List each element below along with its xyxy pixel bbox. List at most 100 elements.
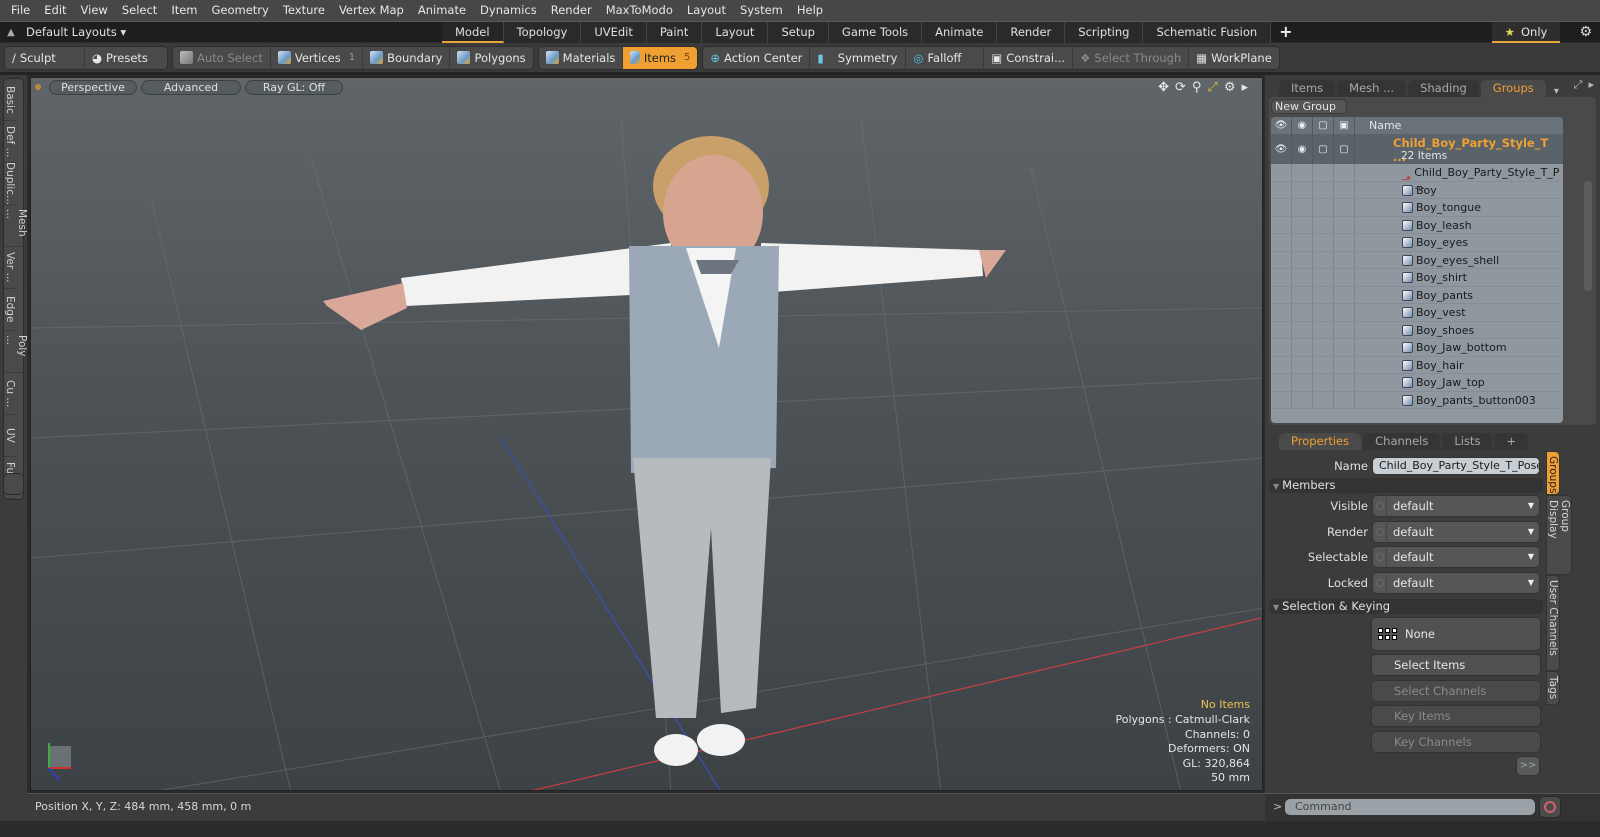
menu-vertex-map[interactable]: Vertex Map [332, 0, 411, 21]
visibility-column-icon[interactable]: 👁 [1271, 117, 1292, 134]
workplane-button[interactable]: ▦ WorkPlane [1189, 47, 1279, 69]
select-through-button[interactable]: ❖ Select Through [1073, 46, 1190, 69]
constraints-button[interactable]: ▣ Constrai... [984, 46, 1074, 69]
new-group-button[interactable]: New Group [1271, 99, 1347, 114]
panel-arrow-icon[interactable]: ▸ [1588, 78, 1594, 92]
radio-icon[interactable] [1373, 495, 1387, 517]
tool-tab-4[interactable]: Ver ... [4, 247, 16, 289]
selection-keying-section[interactable]: ▼ Selection & Keying [1269, 599, 1543, 614]
menu-help[interactable]: Help [790, 0, 830, 21]
list-item[interactable]: Boy_shirt [1271, 269, 1563, 287]
tab-uvedit[interactable]: UVEdit [581, 21, 647, 43]
shading-dropdown[interactable]: Advanced [141, 79, 241, 95]
side-tab-groups[interactable]: Groups [1546, 451, 1560, 495]
list-item[interactable]: Boy_Jaw_bottom [1271, 339, 1563, 357]
panel-tab-mesh[interactable]: Mesh ... [1337, 80, 1407, 97]
menu-geometry[interactable]: Geometry [205, 0, 276, 21]
props-tab-channels[interactable]: Channels [1363, 433, 1441, 450]
name-field[interactable]: Child_Boy_Party_Style_T_Pose (: [1372, 457, 1540, 475]
tab-paint[interactable]: Paint [646, 21, 703, 43]
panel-tab-items[interactable]: Items [1279, 80, 1336, 97]
list-item[interactable]: ⬏ Child_Boy_Party_Style_T_P ... [1271, 164, 1563, 192]
gear-icon[interactable]: ⚙ [1579, 24, 1592, 40]
checkbox[interactable]: ▢ [1313, 134, 1334, 164]
hierarchy-mode-button[interactable]: None [1371, 617, 1541, 651]
locked-dropdown[interactable]: default ▼ [1372, 571, 1540, 594]
list-item[interactable]: Boy_leash [1271, 216, 1563, 234]
props-tab-properties[interactable]: Properties [1279, 433, 1362, 450]
menu-dynamics[interactable]: Dynamics [473, 0, 544, 21]
menu-system[interactable]: System [733, 0, 790, 21]
maximize-icon[interactable]: ⤢ [1574, 78, 1583, 92]
list-item[interactable]: Boy_hair [1271, 356, 1563, 374]
tool-tab-1[interactable]: Def ... [4, 121, 16, 163]
tab-animate[interactable]: Animate [922, 21, 998, 43]
add-tab-button[interactable]: + [1271, 22, 1300, 43]
zoom-icon[interactable]: ⚲ [1192, 80, 1202, 95]
list-item[interactable]: Boy_eyes_shell [1271, 251, 1563, 269]
menu-render[interactable]: Render [544, 0, 599, 21]
extra-tab[interactable] [3, 473, 24, 495]
rotate-icon[interactable]: ⟳ [1175, 80, 1186, 95]
tab-render[interactable]: Render [997, 21, 1066, 43]
record-button[interactable] [1539, 796, 1561, 818]
action-center-button[interactable]: ⊕ Action Center [703, 46, 811, 69]
camera-icon[interactable]: ◉ [1292, 134, 1313, 164]
menu-edit[interactable]: Edit [37, 0, 73, 21]
viewport-gear-icon[interactable]: ⚙ [1224, 80, 1236, 95]
tool-tab-6[interactable]: Poly ... [4, 331, 28, 373]
radio-icon[interactable] [1373, 520, 1387, 543]
view-mode-dropdown[interactable]: Perspective [49, 79, 137, 95]
eye-icon[interactable]: 👁 [1271, 134, 1292, 164]
add-props-tab-button[interactable]: + [1494, 433, 1529, 450]
tool-tab-8[interactable]: UV [4, 415, 16, 457]
auto-select-button[interactable]: Auto Select [173, 46, 271, 69]
presets-button[interactable]: ◕ Presets [85, 47, 167, 69]
visible-dropdown[interactable]: default ▼ [1372, 495, 1540, 517]
list-item[interactable]: Boy_shoes [1271, 321, 1563, 339]
tab-schematic-fusion[interactable]: Schematic Fusion [1143, 21, 1272, 43]
side-tab-user-channels[interactable]: User Channels [1546, 575, 1560, 671]
collapse-arrow-icon[interactable]: ▲ [0, 27, 22, 38]
symmetry-button[interactable]: ▮ Symmetry [810, 46, 907, 69]
menu-maxtomodo[interactable]: MaxToModo [599, 0, 680, 21]
polygons-button[interactable]: Polygons [450, 47, 532, 69]
panel-tab-groups[interactable]: Groups [1480, 80, 1546, 97]
tab-topology[interactable]: Topology [503, 21, 582, 43]
tab-dropdown-icon[interactable]: ▾ [1554, 86, 1559, 97]
more-button[interactable]: >> [1516, 756, 1540, 776]
materials-button[interactable]: Materials [539, 46, 624, 69]
radio-icon[interactable] [1373, 546, 1387, 568]
scroll-thumb[interactable] [1584, 181, 1592, 291]
tool-tab-5[interactable]: Edge [4, 289, 16, 331]
tool-tab-7[interactable]: Cu ... [4, 373, 16, 415]
radio-icon[interactable] [1373, 571, 1387, 594]
pan-icon[interactable]: ✥ [1158, 80, 1169, 95]
falloff-button[interactable]: ◎ Falloff [906, 46, 985, 69]
lock-column-icon[interactable]: ▣ [1334, 117, 1355, 134]
menu-animate[interactable]: Animate [411, 0, 473, 21]
list-item[interactable]: Boy_Jaw_top [1271, 374, 1563, 392]
command-input[interactable]: Command [1285, 799, 1535, 815]
only-toggle[interactable]: ★ Only [1492, 22, 1560, 43]
raygl-toggle[interactable]: Ray GL: Off [245, 79, 343, 95]
props-tab-lists[interactable]: Lists [1442, 433, 1493, 450]
tool-tab-2[interactable]: Duplic... [4, 163, 16, 205]
side-tab-group-display[interactable]: Group Display [1546, 495, 1572, 575]
boundary-button[interactable]: Boundary [363, 46, 451, 69]
expand-arrow-icon[interactable]: ▸ [1241, 80, 1248, 95]
menu-item[interactable]: Item [164, 0, 204, 21]
menu-view[interactable]: View [74, 0, 115, 21]
sculpt-button[interactable]: ∕ Sculpt [5, 46, 85, 69]
side-tab-tags[interactable]: Tags [1546, 671, 1560, 705]
tool-tab-3[interactable]: Mesh ... [4, 205, 28, 247]
menu-select[interactable]: Select [115, 0, 164, 21]
items-button[interactable]: Items 5 [623, 46, 698, 69]
list-item[interactable]: Boy_vest [1271, 304, 1563, 322]
select-items-button[interactable]: Select Items [1371, 654, 1541, 676]
fit-icon[interactable]: ⤢ [1207, 80, 1217, 95]
list-item[interactable]: Boy [1271, 181, 1563, 199]
tab-setup[interactable]: Setup [768, 21, 829, 43]
groups-scrollbar[interactable] [1582, 117, 1594, 423]
tool-tab-0[interactable]: Basic [4, 79, 16, 121]
